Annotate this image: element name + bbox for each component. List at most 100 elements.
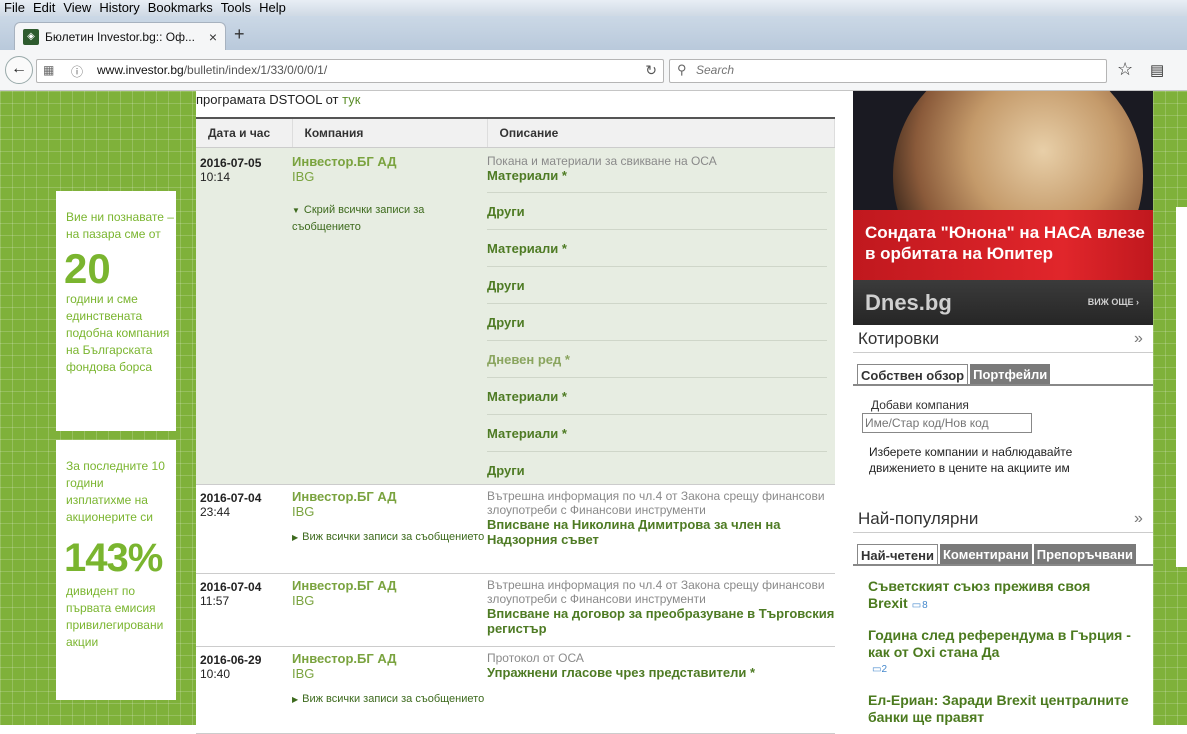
toggle-records-link[interactable]: ▶ Виж всички записи за съобщението — [292, 691, 487, 708]
see-more-link[interactable]: ВИЖ ОЩЕ › — [1088, 297, 1139, 307]
comment-count-row: ▭2 — [872, 661, 1138, 678]
sub-record: Други — [487, 451, 827, 484]
record-link[interactable]: Материали * — [487, 426, 567, 441]
menu-bookmarks[interactable]: Bookmarks — [144, 0, 217, 16]
company-cell: Инвестор.БГ АД IBG ▶ Виж всички записи за… — [292, 484, 487, 574]
divider — [853, 532, 1153, 533]
company-code[interactable]: IBG — [292, 504, 487, 519]
search-bar[interactable]: ⚲ — [669, 59, 1107, 83]
tab-underline — [853, 384, 1153, 386]
menu-help[interactable]: Help — [255, 0, 290, 16]
intro-link[interactable]: тук — [342, 92, 360, 107]
record-link[interactable]: Вписване на Николина Димитрова за член н… — [487, 517, 835, 547]
promo1-top-text: Вие ни познавате – на пазара сме от — [66, 210, 174, 241]
tab-most-read[interactable]: Най-четени — [857, 544, 938, 566]
company-code[interactable]: IBG — [292, 593, 487, 608]
date-cell: 2016-07-04 23:44 — [196, 484, 292, 574]
record-link[interactable]: Други — [487, 204, 525, 219]
description-category: Покана и материали за свикване на ОСА — [487, 154, 717, 168]
popular-item[interactable]: Съветският съюз преживя своя Brexit ▭8 — [868, 578, 1138, 614]
promo2-big-number: 143% — [64, 536, 163, 580]
news-headline[interactable]: Сондата "Юнона" на НАСА влезе в орбитата… — [865, 222, 1145, 264]
comment-icon: ▭ — [911, 600, 922, 611]
row-date: 2016-07-04 — [200, 491, 262, 505]
add-company-label: Добави компания — [871, 398, 969, 412]
reload-icon[interactable]: ↻ — [645, 62, 657, 79]
company-link[interactable]: Инвестор.БГ АД — [292, 489, 487, 504]
url-bar[interactable]: ▦ ⓘ www.investor.bg/bulletin/index/1/33/… — [36, 59, 664, 83]
company-search-input[interactable] — [862, 413, 1032, 433]
popular-item-title[interactable]: Година след референдума в Гърция - как о… — [868, 627, 1131, 660]
sub-record: Други — [487, 303, 827, 340]
company-cell: Инвестор.БГ АД IBG — [292, 573, 487, 647]
company-cell: Инвестор.БГ АД IBG ▼ Скрий всички записи … — [292, 147, 487, 485]
reading-list-icon[interactable]: ▤ — [1150, 61, 1164, 79]
record-link[interactable]: Упражнени гласове чрез представители * — [487, 665, 835, 680]
record-link[interactable]: Други — [487, 278, 525, 293]
search-input[interactable] — [694, 62, 1098, 78]
popular-title: Най-популярни — [858, 509, 979, 528]
record-link[interactable]: Дневен ред * — [487, 352, 570, 367]
sub-record: Материали * — [487, 414, 827, 451]
company-link[interactable]: Инвестор.БГ АД — [292, 651, 487, 666]
url-text: www.investor.bg/bulletin/index/1/33/0/0/… — [97, 63, 328, 77]
news-banner[interactable]: Сондата "Юнона" на НАСА влезе в орбитата… — [853, 91, 1153, 325]
company-code[interactable]: IBG — [292, 169, 487, 184]
page-icon: ▦ — [43, 63, 55, 77]
description-category: Вътрешна информация по чл.4 от Закона ср… — [487, 489, 825, 517]
description-category: Протокол от ОСА — [487, 651, 584, 665]
info-icon[interactable]: ⓘ — [71, 63, 83, 80]
search-icon: ⚲ — [677, 62, 687, 77]
company-code[interactable]: IBG — [292, 666, 487, 681]
column-header-company[interactable]: Компания — [292, 117, 488, 148]
column-header-date[interactable]: Дата и час — [196, 117, 293, 148]
menu-view[interactable]: View — [59, 0, 95, 16]
column-header-description[interactable]: Описание — [487, 117, 835, 148]
tab-portfolios[interactable]: Портфейли — [970, 364, 1051, 386]
comment-count: 2 — [881, 664, 888, 675]
company-link[interactable]: Инвестор.БГ АД — [292, 578, 487, 593]
news-headline-band: Сондата "Юнона" на НАСА влезе в орбитата… — [853, 210, 1153, 280]
record-link[interactable]: Материали * — [487, 168, 835, 183]
menu-file[interactable]: File — [0, 0, 29, 16]
quotes-expand-icon[interactable]: » — [1134, 330, 1187, 348]
record-link[interactable]: Вписване на договор за преобразуване в Т… — [487, 606, 835, 636]
popular-item[interactable]: Година след референдума в Гърция - как о… — [868, 627, 1138, 678]
news-footer: Dnes.bg ВИЖ ОЩЕ › — [853, 280, 1153, 325]
triangle-down-icon: ▼ — [292, 206, 300, 215]
tab-recommended[interactable]: Препоръчвани — [1033, 544, 1136, 566]
promo2-bottom-text: дивидент по първата емисия привилегирова… — [66, 584, 164, 649]
company-cell: Инвестор.БГ АД IBG ▶ Виж всички записи за… — [292, 646, 487, 734]
company-link[interactable]: Инвестор.БГ АД — [292, 154, 487, 169]
promo-banner-20-years[interactable]: Вие ни познавате – на пазара сме от 20 г… — [56, 191, 176, 431]
new-tab-button[interactable]: + — [234, 24, 245, 45]
bookmark-star-icon[interactable]: ☆ — [1117, 59, 1133, 80]
tab-most-commented[interactable]: Коментирани — [940, 544, 1032, 566]
triangle-right-icon: ▶ — [292, 533, 299, 542]
toggle-records-link[interactable]: ▶ Виж всички записи за съобщението — [292, 529, 487, 550]
popular-item-title[interactable]: Съветският съюз преживя своя Brexit — [868, 578, 1090, 611]
comment-count: 8 — [922, 600, 928, 611]
menu-history[interactable]: History — [95, 0, 143, 16]
popular-expand-icon[interactable]: » — [1134, 510, 1187, 528]
close-tab-icon[interactable]: × — [209, 29, 217, 45]
quotes-title: Котировки — [858, 329, 940, 348]
menu-tools[interactable]: Tools — [217, 0, 255, 16]
record-link[interactable]: Други — [487, 315, 525, 330]
record-link[interactable]: Други — [487, 463, 525, 478]
intro-text: програмата DSTOOL от тук — [196, 92, 361, 107]
popular-item-title[interactable]: Ел-Ериан: Заради Brexit централните банк… — [868, 692, 1129, 725]
quotes-note: Изберете компании и наблюдавайте движени… — [869, 445, 1073, 475]
sub-record: Други — [487, 192, 827, 229]
toggle-records-link[interactable]: ▼ Скрий всички записи за съобщението — [292, 202, 487, 235]
back-button[interactable]: ← — [5, 56, 33, 84]
promo-banner-dividend[interactable]: За последните 10 години изплатихме на ак… — [56, 440, 176, 700]
popular-item[interactable]: Ел-Ериан: Заради Brexit централните банк… — [868, 692, 1138, 726]
menu-bar: File Edit View History Bookmarks Tools H… — [0, 0, 1187, 16]
date-cell: 2016-07-05 10:14 — [196, 147, 292, 485]
record-link[interactable]: Материали * — [487, 389, 567, 404]
record-link[interactable]: Материали * — [487, 241, 567, 256]
menu-edit[interactable]: Edit — [29, 0, 59, 16]
tab-own-overview[interactable]: Собствен обзор — [857, 364, 969, 386]
browser-tab[interactable]: ◈ Бюлетин Investor.bg:: Оф... × — [14, 22, 226, 51]
